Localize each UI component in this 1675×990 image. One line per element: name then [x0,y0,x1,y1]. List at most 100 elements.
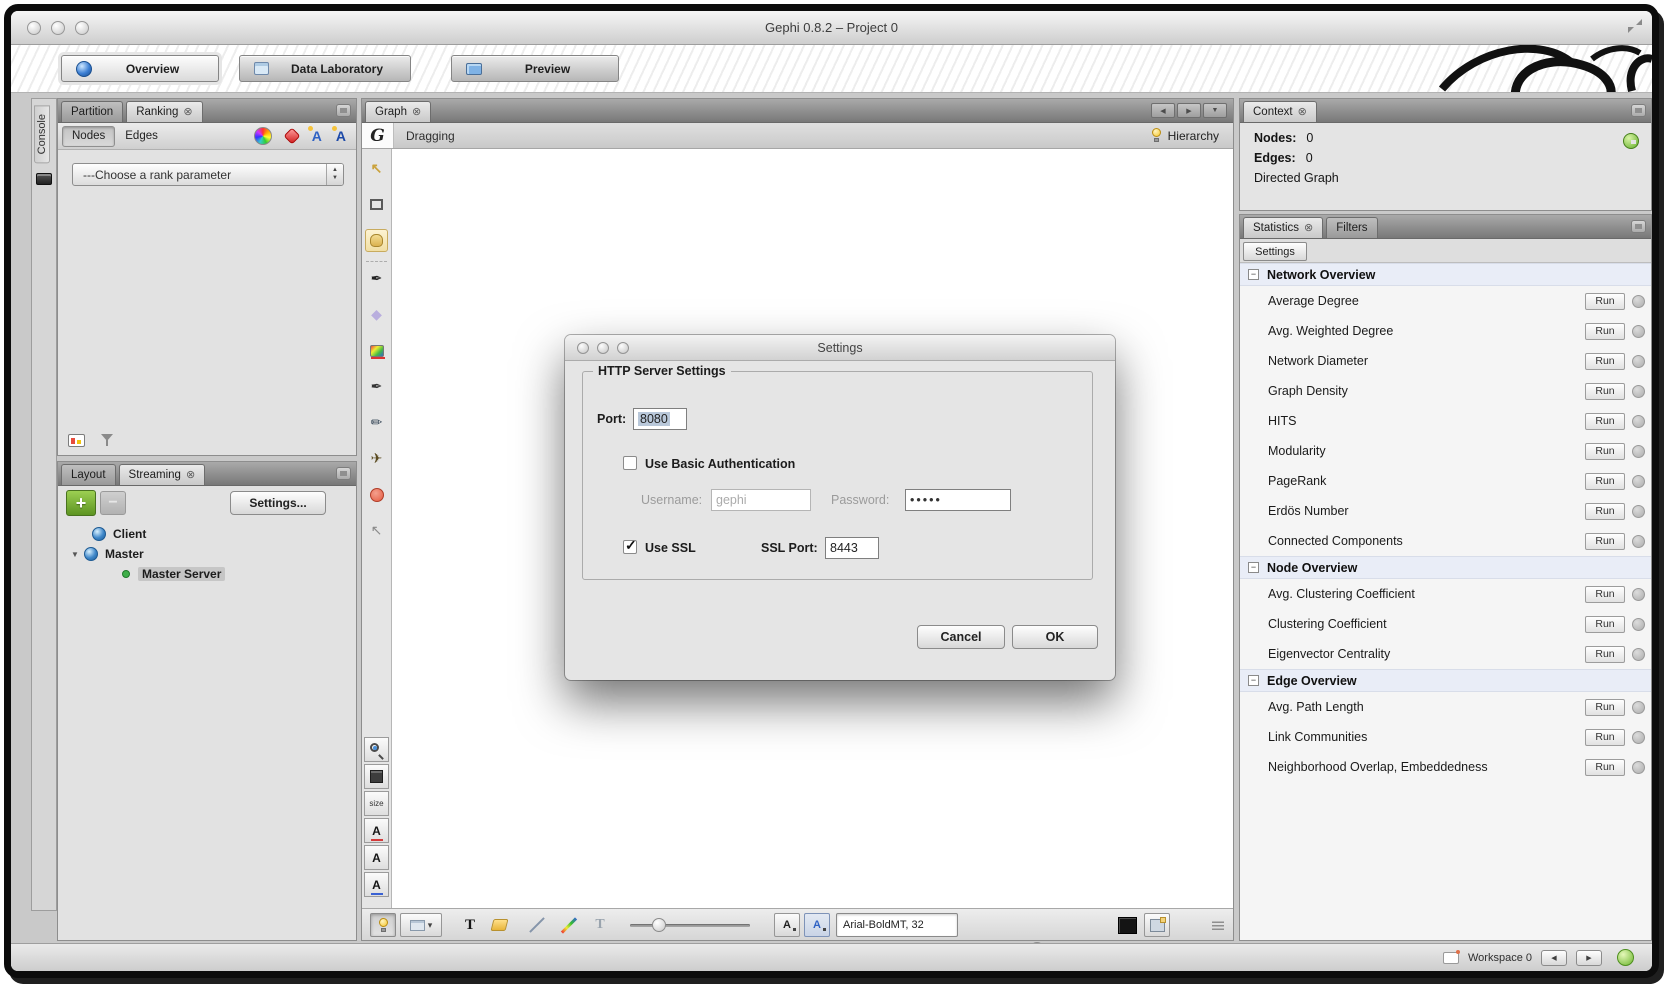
sizer-tool[interactable]: ◆ [365,303,388,326]
report-circle-icon[interactable] [1632,325,1645,338]
tab-graph[interactable]: Graph ⊗ [365,101,431,122]
zoom-window-button[interactable] [75,21,89,35]
label-size-button[interactable]: A [364,872,389,897]
run-button[interactable]: Run [1585,616,1625,633]
edge-color-button[interactable] [558,913,580,937]
result-list-icon[interactable] [68,434,85,447]
statistics-section-header[interactable]: − Network Overview [1240,263,1651,286]
run-button[interactable]: Run [1585,699,1625,716]
statistics-settings-button[interactable]: Settings [1243,242,1307,261]
color-wheel-icon[interactable] [254,127,272,145]
run-button[interactable]: Run [1585,646,1625,663]
rank-parameter-dropdown[interactable]: ---Choose a rank parameter ▲ ▼ [72,163,344,186]
edge-size-button[interactable]: size [364,791,389,816]
add-connection-button[interactable]: + [66,490,96,516]
workspace-prev-button[interactable]: ◀ [1541,950,1567,966]
run-button[interactable]: Run [1585,443,1625,460]
edit-tool[interactable]: ↖ [365,519,388,542]
dialog-zoom-button[interactable] [617,342,629,354]
status-globe-icon[interactable] [1617,949,1634,966]
hierarchy-control[interactable]: Hierarchy [1151,128,1219,143]
tree-item-master[interactable]: ▼ Master [58,544,356,564]
node-label-color-button[interactable] [488,913,510,937]
report-circle-icon[interactable] [1632,475,1645,488]
run-button[interactable]: Run [1585,323,1625,340]
expand-triangle-icon[interactable]: ▼ [70,550,80,559]
tab-filters[interactable]: Filters [1326,217,1377,238]
dialog-minimize-button[interactable] [597,342,609,354]
label-color-button[interactable]: A [364,818,389,843]
run-button[interactable]: Run [1585,533,1625,550]
close-tab-icon[interactable]: ⊗ [412,107,421,118]
close-tab-icon[interactable]: ⊗ [1298,107,1307,118]
run-button[interactable]: Run [1585,413,1625,430]
statistics-section-header[interactable]: − Node Overview [1240,556,1651,579]
ok-button[interactable]: OK [1012,625,1098,649]
run-button[interactable]: Run [1585,473,1625,490]
report-circle-icon[interactable] [1632,588,1645,601]
center-graph-button[interactable] [364,737,389,762]
show-labels-button[interactable] [370,913,396,937]
edge-font-button[interactable]: A [804,913,830,937]
run-button[interactable]: Run [1585,293,1625,310]
tab-layout[interactable]: Layout [61,464,116,485]
minimize-panel-icon[interactable] [1631,104,1646,117]
preview-button[interactable]: Preview [451,55,619,82]
label-color-icon[interactable]: A [312,129,322,143]
resize-icon[interactable] [1628,19,1642,33]
report-circle-icon[interactable] [1632,355,1645,368]
password-field[interactable]: ••••• [905,489,1011,511]
background-color-button[interactable] [364,764,389,789]
node-pencil-tool[interactable]: ✒ [365,375,388,398]
report-circle-icon[interactable] [1632,648,1645,661]
overview-button[interactable]: Overview [61,55,219,82]
run-button[interactable]: Run [1585,586,1625,603]
close-window-button[interactable] [27,21,41,35]
statistics-section-header[interactable]: − Edge Overview [1240,669,1651,692]
report-circle-icon[interactable] [1632,535,1645,548]
font-color-swatch[interactable] [1116,913,1138,937]
workspace-next-button[interactable]: ▶ [1576,950,1602,966]
edges-subtab[interactable]: Edges [115,126,168,147]
report-circle-icon[interactable] [1632,761,1645,774]
node-labels-button[interactable]: T [460,913,480,937]
tab-statistics[interactable]: Statistics ⊗ [1243,217,1323,238]
username-field[interactable]: gephi [711,489,811,511]
direct-selection-tool[interactable]: ↖ [365,157,388,180]
shortest-path-tool[interactable]: ✈ [365,447,388,470]
streaming-settings-button[interactable]: Settings... [230,491,326,515]
report-circle-icon[interactable] [1632,445,1645,458]
toolbar-grip[interactable] [1211,913,1225,937]
dialog-close-button[interactable] [577,342,589,354]
edge-weight-slider[interactable] [630,913,750,937]
run-button[interactable]: Run [1585,759,1625,776]
nav-forward-button[interactable]: ▶ [1177,103,1201,118]
tree-item-master-server[interactable]: Master Server [58,564,356,584]
tab-context[interactable]: Context ⊗ [1243,101,1317,122]
use-ssl-checkbox[interactable]: ✓ [623,540,637,554]
data-laboratory-button[interactable]: Data Laboratory [239,55,411,82]
close-tab-icon[interactable]: ⊗ [186,470,195,481]
report-circle-icon[interactable] [1632,731,1645,744]
refresh-icon[interactable] [1623,133,1639,149]
cancel-button[interactable]: Cancel [917,625,1005,649]
ssl-port-field[interactable]: 8443 [825,537,879,559]
rectangle-selection-tool[interactable] [365,193,388,216]
basic-auth-checkbox[interactable]: ✓ [623,456,637,470]
dropdown-stepper-icon[interactable]: ▲ ▼ [326,164,343,185]
nav-back-button[interactable]: ◀ [1151,103,1175,118]
nav-dropdown-button[interactable]: ▼ [1203,103,1227,118]
slider-knob[interactable] [652,918,666,932]
report-circle-icon[interactable] [1632,701,1645,714]
heatmap-tool[interactable] [365,483,388,506]
label-size-icon[interactable]: A [336,129,346,143]
close-tab-icon[interactable]: ⊗ [183,107,192,118]
tab-partition[interactable]: Partition [61,101,123,122]
report-circle-icon[interactable] [1632,385,1645,398]
collapse-icon[interactable]: − [1248,562,1259,573]
report-circle-icon[interactable] [1632,618,1645,631]
text-scale-button[interactable]: T [590,913,610,937]
run-button[interactable]: Run [1585,729,1625,746]
filter-icon[interactable] [101,434,113,447]
collapse-icon[interactable]: − [1248,269,1259,280]
